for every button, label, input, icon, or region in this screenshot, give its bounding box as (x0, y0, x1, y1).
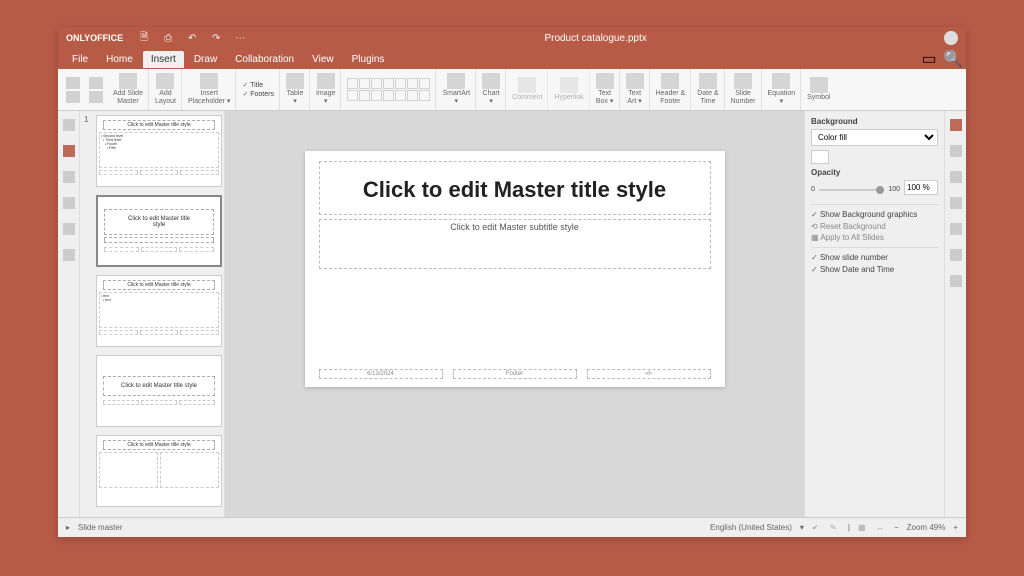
footer-placeholder[interactable]: Footer (453, 369, 577, 379)
header-footer-button[interactable]: Header & Footer (651, 69, 692, 110)
app-brand: ONLYOFFICE (66, 33, 123, 43)
thumb-layout-3[interactable]: Click to edit Master title style (96, 355, 222, 427)
cut-icon[interactable] (89, 77, 103, 89)
menu-home[interactable]: Home (98, 51, 141, 68)
title-placeholder[interactable]: Click to edit Master title style (319, 161, 711, 215)
textbox-button[interactable]: Text Box ▾ (591, 69, 620, 110)
slide-canvas[interactable]: Click to edit Master title style Click t… (305, 151, 725, 387)
opacity-slider[interactable] (819, 189, 884, 191)
fill-color-swatch[interactable] (811, 150, 829, 164)
tracking-icon[interactable]: ✎ (830, 523, 840, 533)
document-title: Product catalogue.pptx (247, 33, 944, 44)
chat-icon[interactable] (63, 197, 75, 209)
show-bg-graphics-checkbox[interactable]: Show Background graphics (811, 210, 938, 219)
opacity-heading: Opacity (811, 168, 938, 177)
master-number: 1 (84, 115, 88, 124)
copy-icon[interactable] (66, 77, 80, 89)
thumb-layout-2[interactable]: Click to edit Master title style • text … (96, 275, 222, 347)
zoom-out-button[interactable]: − (894, 523, 899, 532)
play-icon[interactable]: ▸ (66, 523, 70, 532)
shape-settings-icon[interactable] (950, 145, 962, 157)
menu-view[interactable]: View (304, 51, 342, 68)
open-file-icon[interactable]: ▭ (922, 52, 936, 66)
hyperlink-button[interactable]: Hyperlink (549, 69, 589, 110)
menu-file[interactable]: File (64, 51, 96, 68)
table-button[interactable]: Table ▾ (281, 69, 310, 110)
subtitle-placeholder[interactable]: Click to edit Master subtitle style (319, 219, 711, 269)
menu-insert[interactable]: Insert (143, 51, 184, 68)
image-settings-icon[interactable] (950, 171, 962, 183)
zoom-level[interactable]: Zoom 49% (907, 523, 946, 532)
slide-settings-icon[interactable] (950, 119, 962, 131)
status-mode: Slide master (78, 523, 122, 532)
fill-type-select[interactable]: Color fill (811, 129, 938, 146)
search-icon[interactable]: 🔍 (946, 52, 960, 66)
reset-background-button[interactable]: Reset Background (811, 222, 938, 231)
fit-page-icon[interactable]: ▦ (858, 523, 868, 533)
date-placeholder[interactable]: 6/13/2024 (319, 369, 443, 379)
image-button[interactable]: Image ▾ (311, 69, 341, 110)
save-icon[interactable]: 🗎 (137, 31, 151, 45)
slide-number-button[interactable]: Slide Number (726, 69, 762, 110)
opacity-input[interactable] (904, 180, 938, 195)
apply-all-slides-button[interactable]: Apply to All Slides (811, 233, 938, 242)
about-icon[interactable] (63, 249, 75, 261)
add-slide-master-button[interactable]: Add Slide Master (108, 69, 149, 110)
date-time-button[interactable]: Date & Time (692, 69, 724, 110)
status-language[interactable]: English (United States) (710, 523, 792, 532)
menu-draw[interactable]: Draw (186, 51, 225, 68)
background-heading: Background (811, 117, 938, 126)
menu-plugins[interactable]: Plugins (344, 51, 393, 68)
smartart-button[interactable]: SmartArt ▾ (437, 69, 476, 110)
table-settings-icon[interactable] (950, 223, 962, 235)
spellcheck-icon[interactable]: ✔ (812, 523, 822, 533)
insert-placeholder-button[interactable]: Insert Placeholder ▾ (183, 69, 236, 110)
redo-icon[interactable]: ↷ (209, 31, 223, 45)
fit-width-icon[interactable]: ↔ (876, 523, 886, 533)
slides-icon[interactable] (63, 145, 75, 157)
thumb-layout-1[interactable]: Click to edit Master title style (96, 195, 222, 267)
show-date-time-checkbox[interactable]: Show Date and Time (811, 265, 938, 274)
slidenum-placeholder[interactable]: ‹#› (587, 369, 711, 379)
avatar[interactable] (944, 31, 958, 45)
find-icon[interactable] (63, 119, 75, 131)
more-icon[interactable]: ⋯ (233, 31, 247, 45)
add-layout-button[interactable]: Add Layout (150, 69, 182, 110)
menu-collaboration[interactable]: Collaboration (227, 51, 302, 68)
zoom-in-button[interactable]: + (953, 523, 958, 532)
equation-button[interactable]: Equation ▾ (763, 69, 802, 110)
paste-icon[interactable] (66, 91, 80, 103)
thumb-master[interactable]: Click to edit Master title style • Secon… (96, 115, 222, 187)
print-icon[interactable]: ⎙ (161, 31, 175, 45)
format-painter-icon[interactable] (89, 91, 103, 103)
thumb-layout-4[interactable]: Click to edit Master title style (96, 435, 222, 507)
symbol-button[interactable]: Symbol (802, 69, 835, 110)
footers-checkbox[interactable]: Footers (242, 90, 274, 98)
chart-button[interactable]: Chart ▾ (477, 69, 506, 110)
textart-button[interactable]: Text Art ▾ (621, 69, 650, 110)
undo-icon[interactable]: ↶ (185, 31, 199, 45)
show-slide-number-checkbox[interactable]: Show slide number (811, 253, 938, 262)
textart-settings-icon[interactable] (950, 275, 962, 287)
chart-settings-icon[interactable] (950, 249, 962, 261)
comments-icon[interactable] (63, 171, 75, 183)
title-checkbox[interactable]: Title (242, 81, 274, 89)
paragraph-settings-icon[interactable] (950, 197, 962, 209)
comment-button[interactable]: Comment (507, 69, 548, 110)
feedback-icon[interactable] (63, 223, 75, 235)
shapes-gallery[interactable] (342, 69, 436, 110)
